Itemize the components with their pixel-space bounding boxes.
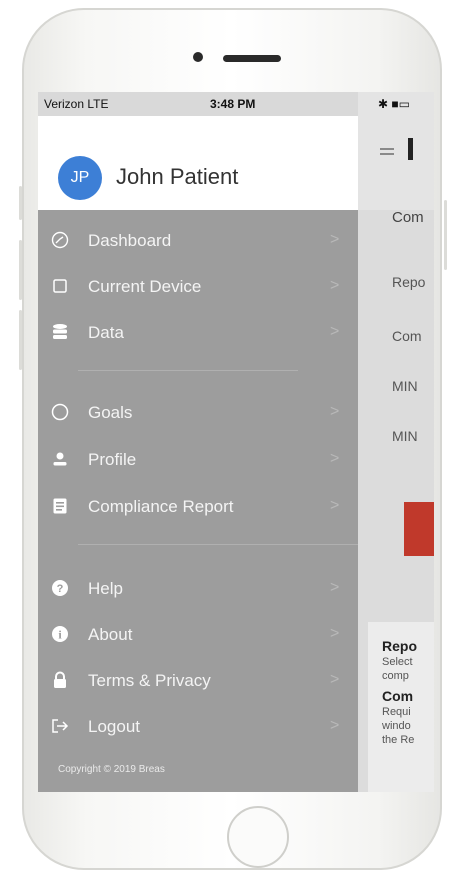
goals-circle-icon xyxy=(50,402,70,422)
background-info-text: the Re xyxy=(382,734,415,746)
status-bar: Verizon LTE 3:48 PM ✱ ■▭ xyxy=(38,92,434,116)
menu-item-data[interactable]: Data > xyxy=(38,314,358,354)
power-button xyxy=(444,200,447,270)
menu-item-dashboard[interactable]: Dashboard > xyxy=(38,222,358,262)
menu-divider xyxy=(78,544,358,545)
background-row: MIN xyxy=(392,428,418,444)
navigation-drawer: JP John Patient Dashboard > Current Devi… xyxy=(38,116,358,792)
info-icon: i xyxy=(50,624,70,644)
person-icon xyxy=(50,449,70,469)
background-info-heading: Com xyxy=(382,688,414,704)
background-info-text: Select xyxy=(382,656,413,668)
background-info-text: windo xyxy=(382,720,411,732)
menu-item-logout[interactable]: Logout > xyxy=(38,708,358,748)
menu-divider xyxy=(78,370,298,371)
menu-item-label: Profile xyxy=(88,450,137,469)
chevron-right-icon: > xyxy=(330,277,340,294)
background-row: MIN xyxy=(392,378,418,394)
volume-up-button xyxy=(19,240,22,300)
user-name: John Patient xyxy=(116,164,239,189)
menu-item-terms-privacy[interactable]: Terms & Privacy > xyxy=(38,662,358,702)
menu-item-label: Data xyxy=(88,323,124,342)
copyright-text: Copyright © 2019 Breas xyxy=(58,764,165,775)
user-header[interactable]: JP John Patient xyxy=(38,116,358,210)
background-info-text: Requi xyxy=(382,706,411,718)
menu-item-goals[interactable]: Goals > xyxy=(38,394,358,434)
mute-switch xyxy=(19,186,22,220)
menu-item-profile[interactable]: Profile > xyxy=(38,441,358,481)
chevron-right-icon: > xyxy=(330,497,340,514)
background-info-text: comp xyxy=(382,670,409,682)
avatar[interactable]: JP xyxy=(58,156,102,200)
report-icon xyxy=(50,496,70,516)
home-button[interactable] xyxy=(227,806,289,868)
background-red-button[interactable] xyxy=(404,502,434,556)
background-section-title: Com xyxy=(392,209,424,226)
background-row: Repo xyxy=(392,274,426,290)
chevron-right-icon: > xyxy=(330,625,340,642)
chevron-right-icon: > xyxy=(330,671,340,688)
phone-screen: Com Repo Com MIN MIN Repo Select comp Co… xyxy=(38,92,434,792)
chevron-right-icon: > xyxy=(330,403,340,420)
menu-item-label: Help xyxy=(88,579,123,598)
menu-item-label: Dashboard xyxy=(88,231,172,250)
svg-text:?: ? xyxy=(57,583,64,595)
hamburger-menu-icon[interactable] xyxy=(380,148,394,158)
device-icon xyxy=(50,276,70,296)
menu-item-current-device[interactable]: Current Device > xyxy=(38,268,358,308)
earpiece-speaker xyxy=(223,55,281,62)
front-camera xyxy=(193,52,203,62)
menu-item-label: Logout xyxy=(88,717,140,736)
chevron-right-icon: > xyxy=(330,450,340,467)
chevron-right-icon: > xyxy=(330,231,340,248)
logout-icon xyxy=(50,716,70,736)
dashboard-gauge-icon xyxy=(50,230,70,250)
background-row: Com xyxy=(392,328,422,344)
chevron-right-icon: > xyxy=(330,323,340,340)
battery-icon: ✱ ■▭ xyxy=(378,97,410,111)
database-icon xyxy=(50,322,70,342)
background-title-fragment-icon xyxy=(408,138,413,160)
menu-item-compliance-report[interactable]: Compliance Report > xyxy=(38,488,358,528)
menu-item-label: Terms & Privacy xyxy=(88,671,211,690)
help-icon: ? xyxy=(50,578,70,598)
menu-item-label: About xyxy=(88,625,133,644)
chevron-right-icon: > xyxy=(330,579,340,596)
background-app: Com Repo Com MIN MIN Repo Select comp Co… xyxy=(358,92,434,792)
menu-item-label: Current Device xyxy=(88,277,202,296)
chevron-right-icon: > xyxy=(330,717,340,734)
carrier-label: Verizon LTE xyxy=(44,97,109,111)
background-info-heading: Repo xyxy=(382,638,417,654)
menu-item-about[interactable]: i About > xyxy=(38,616,358,656)
menu-item-label: Compliance Report xyxy=(88,497,234,516)
lock-icon xyxy=(50,670,70,690)
status-time: 3:48 PM xyxy=(210,97,256,111)
volume-down-button xyxy=(19,310,22,370)
menu-item-help[interactable]: ? Help > xyxy=(38,570,358,610)
menu-item-label: Goals xyxy=(88,403,133,422)
